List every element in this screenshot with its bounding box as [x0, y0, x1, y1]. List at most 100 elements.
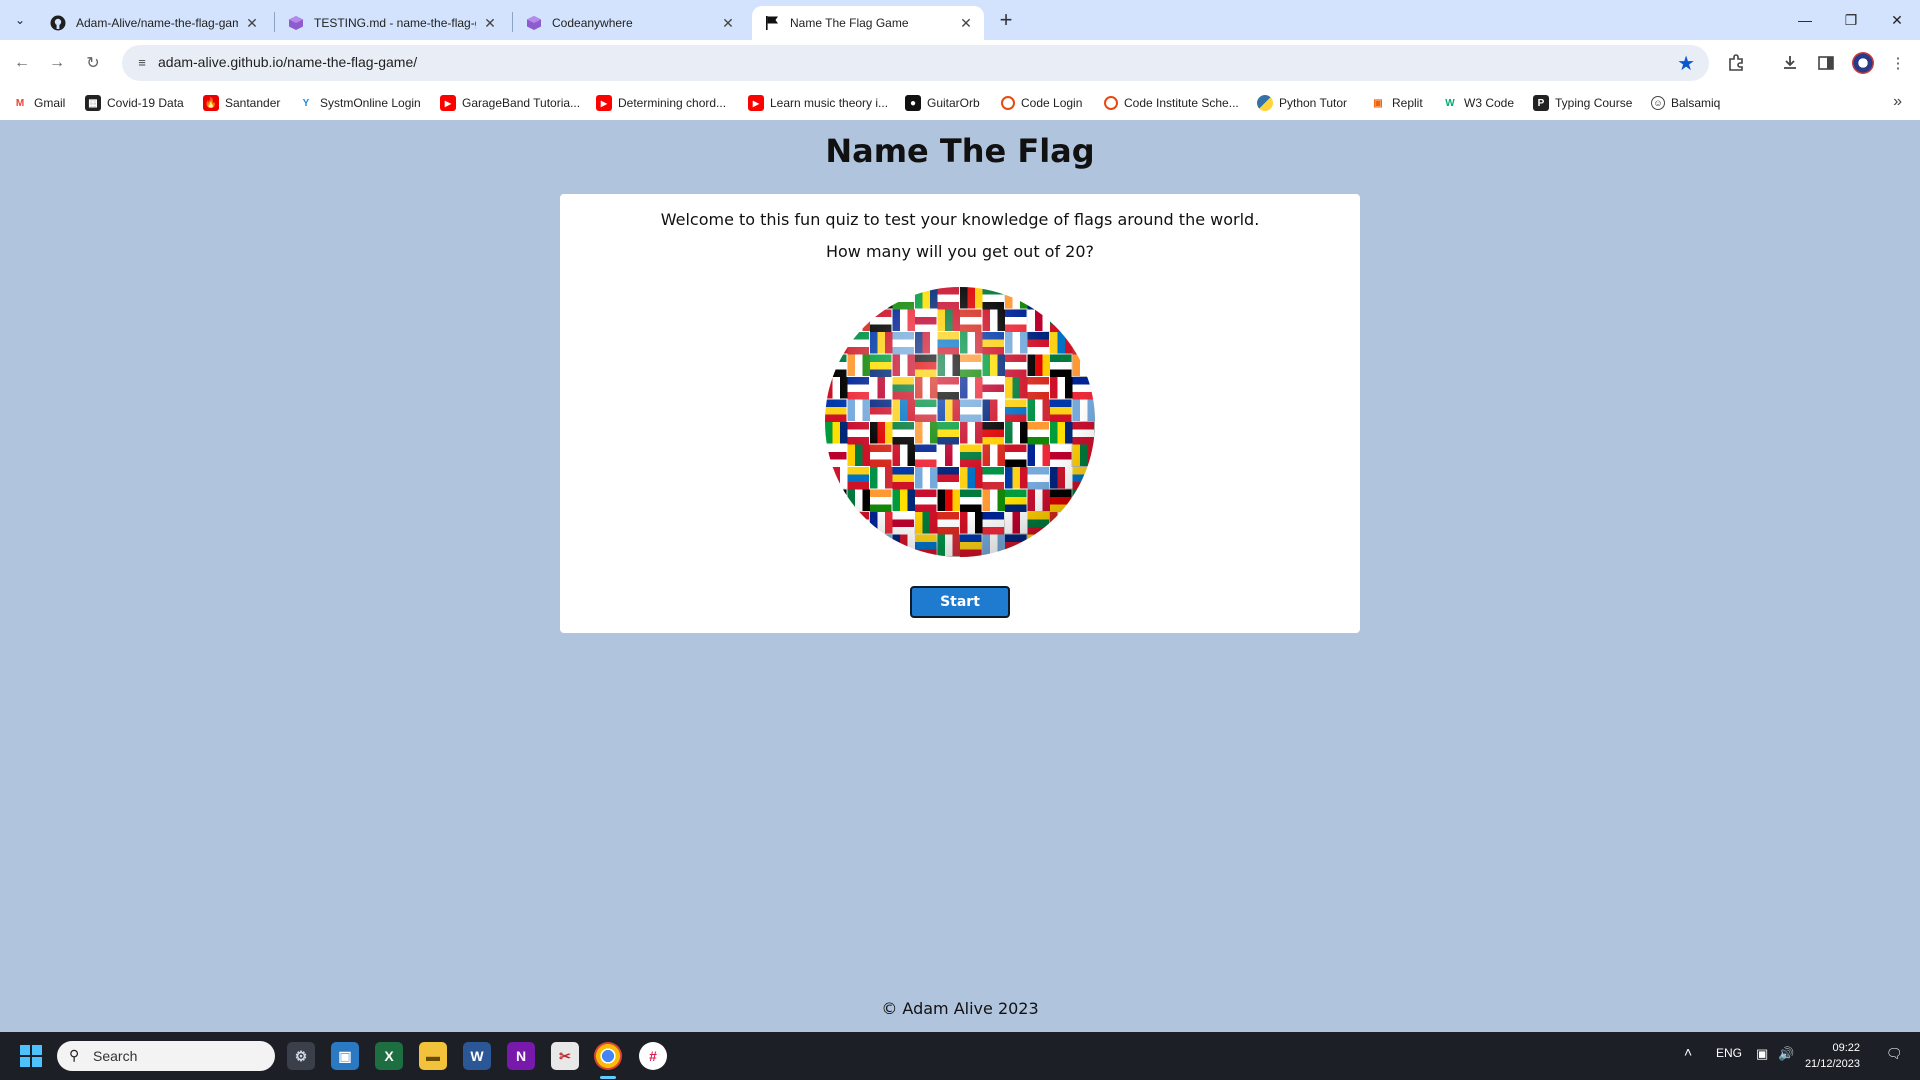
flag-tile — [825, 377, 848, 399]
bookmark-santander[interactable]: 🔥 Santander — [203, 93, 280, 113]
taskbar-search[interactable]: ⚲ Search — [57, 1041, 275, 1071]
flag-tile — [1027, 512, 1049, 535]
chrome-icon[interactable] — [594, 1042, 622, 1070]
tab-name-the-flag-game[interactable]: Name The Flag Game ✕ — [752, 6, 984, 40]
bookmark-typing-course[interactable]: P Typing Course — [1533, 93, 1632, 113]
profile-avatar[interactable] — [1852, 52, 1874, 74]
clock-date: 21/12/2023 — [1804, 1058, 1860, 1070]
language-indicator[interactable]: ENG — [1716, 1046, 1742, 1060]
python-icon — [1257, 95, 1273, 111]
kebab-menu-icon[interactable]: ⋮ — [1886, 51, 1910, 75]
reload-icon[interactable]: ↻ — [79, 49, 107, 77]
github-icon — [50, 15, 66, 31]
balsamiq-icon: ☺ — [1651, 96, 1665, 110]
flag-tile — [870, 354, 892, 378]
flag-tile — [937, 354, 961, 376]
tab-search-chevron-icon[interactable]: ⌄ — [8, 8, 32, 32]
flag-tile — [937, 444, 961, 466]
bookmark-python-tutor[interactable]: Python Tutor — [1257, 93, 1347, 113]
bookmark-garageband[interactable]: ▶ GarageBand Tutoria... — [440, 93, 580, 113]
flag-tile — [982, 444, 1006, 466]
site-info-icon[interactable]: ≡ — [134, 55, 150, 71]
tab-close-icon[interactable]: ✕ — [958, 15, 974, 31]
snipping-tool-icon[interactable]: ✂ — [551, 1042, 579, 1070]
flag-tile — [937, 422, 959, 445]
flag-tile — [1027, 377, 1049, 400]
bookmark-balsamiq[interactable]: ☺ Balsamiq — [1651, 93, 1720, 113]
download-icon[interactable] — [1778, 51, 1802, 75]
tab-github[interactable]: Adam-Alive/name-the-flag-gam ✕ — [38, 6, 270, 40]
bookmark-w3-code[interactable]: W W3 Code — [1442, 93, 1514, 113]
forward-icon[interactable]: → — [43, 49, 71, 77]
flag-tile — [892, 287, 914, 310]
flag-tile — [1005, 287, 1028, 309]
bookmark-star-icon[interactable]: ★ — [1677, 51, 1695, 76]
url-text[interactable]: adam-alive.github.io/name-the-flag-game/ — [158, 54, 417, 70]
file-explorer-icon[interactable]: ▬ — [419, 1042, 447, 1070]
tab-close-icon[interactable]: ✕ — [482, 15, 498, 31]
notification-icon[interactable]: 🗨 — [1886, 1046, 1903, 1062]
bookmark-code-login[interactable]: Code Login — [1001, 93, 1082, 113]
windows-start-icon[interactable] — [20, 1045, 42, 1067]
back-icon[interactable]: ← — [8, 49, 36, 77]
bookmark-code-institute[interactable]: Code Institute Sche... — [1104, 93, 1239, 113]
bookmarks-overflow-icon[interactable]: » — [1893, 93, 1902, 111]
flag-tile — [1027, 354, 1051, 376]
new-tab-button[interactable]: + — [993, 8, 1019, 34]
tab-close-icon[interactable]: ✕ — [720, 15, 736, 31]
tab-close-icon[interactable]: ✕ — [244, 15, 260, 31]
bookmark-learn-music-theory[interactable]: ▶ Learn music theory i... — [748, 93, 888, 113]
flag-tile — [982, 467, 1004, 490]
flag-tile — [1027, 422, 1049, 445]
system-clock[interactable]: 09:22 21/12/2023 — [1780, 1040, 1860, 1072]
window-close-icon[interactable]: ✕ — [1874, 0, 1920, 40]
tab-codeanywhere[interactable]: Codeanywhere ✕ — [514, 6, 746, 40]
start-button[interactable]: Start — [910, 586, 1010, 618]
flag-tile — [1005, 332, 1028, 354]
flag-tile — [960, 399, 982, 423]
settings-icon[interactable]: ⚙ — [287, 1042, 315, 1070]
flag-tile — [870, 422, 893, 444]
tab-title: Codeanywhere — [552, 16, 633, 30]
flag-tile — [937, 489, 961, 511]
bookmark-gmail[interactable]: M Gmail — [12, 93, 66, 113]
word-icon[interactable]: W — [463, 1042, 491, 1070]
flag-tile — [1050, 287, 1073, 309]
flag-tile — [847, 512, 869, 535]
bookmark-guitarorb[interactable]: ● GuitarOrb — [905, 93, 980, 113]
side-panel-icon[interactable] — [1814, 51, 1838, 75]
slack-icon[interactable]: # — [639, 1042, 667, 1070]
flag-tile — [825, 332, 848, 354]
tab-separator — [274, 12, 275, 32]
flag-tile — [892, 534, 916, 556]
flag-tile — [847, 309, 871, 331]
bookmark-replit[interactable]: ▣ Replit — [1370, 93, 1423, 113]
excel-icon[interactable]: X — [375, 1042, 403, 1070]
network-icon[interactable]: ▣ — [1756, 1046, 1768, 1062]
bookmark-systmonline[interactable]: Y SystmOnline Login — [298, 93, 421, 113]
flag-tile — [1005, 354, 1027, 378]
replit-icon: ▣ — [1373, 97, 1383, 109]
restore-icon[interactable]: ❐ — [1828, 0, 1874, 40]
bookmark-label: W3 Code — [1464, 96, 1515, 110]
extensions-icon[interactable] — [1724, 51, 1748, 75]
address-bar[interactable]: ≡ adam-alive.github.io/name-the-flag-gam… — [122, 45, 1709, 81]
tray-overflow-icon[interactable]: ˄ — [1684, 1044, 1692, 1060]
remote-desktop-icon[interactable]: ▣ — [331, 1042, 359, 1070]
flag-tile — [960, 489, 982, 513]
minimize-icon[interactable]: — — [1782, 0, 1828, 40]
flag-tile — [915, 444, 937, 468]
flag-icon — [764, 15, 780, 31]
flag-tile — [892, 467, 914, 490]
bookmark-determining-chords[interactable]: ▶ Determining chord... — [596, 93, 726, 113]
tab-testing-md[interactable]: TESTING.md - name-the-flag-g ✕ — [276, 6, 508, 40]
flag-tile — [937, 512, 959, 535]
bookmark-covid-data[interactable]: ▦ Covid-19 Data — [85, 93, 184, 113]
flag-tile — [960, 332, 983, 354]
flag-tile — [847, 399, 871, 421]
bookmark-label: Replit — [1392, 96, 1423, 110]
flag-tile — [1027, 399, 1051, 421]
onenote-icon[interactable]: N — [507, 1042, 535, 1070]
flag-tile — [847, 377, 869, 400]
flag-tile — [960, 444, 982, 468]
